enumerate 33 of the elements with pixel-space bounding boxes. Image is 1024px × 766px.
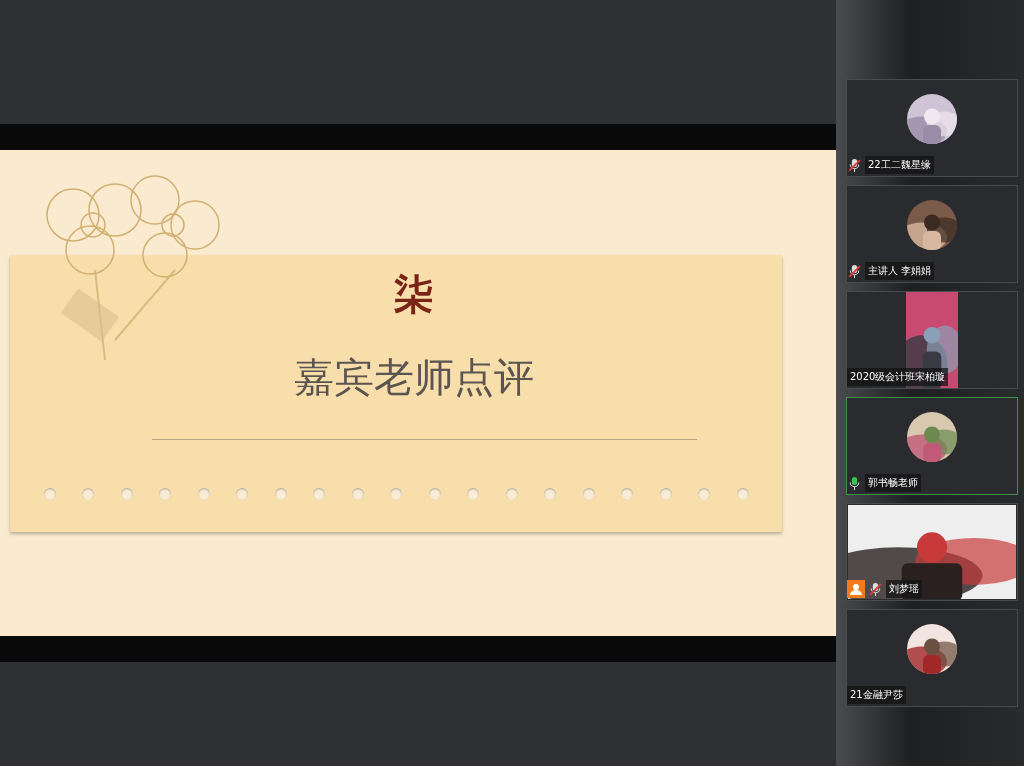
punch-hole [582, 488, 595, 500]
punch-hole [736, 488, 749, 500]
slide-title: 嘉宾老师点评 [294, 353, 534, 402]
punch-hole [621, 488, 633, 500]
participant-tile[interactable]: 22工二魏星缘 [846, 79, 1018, 177]
punch-hole [467, 488, 479, 500]
participant-name: 2020级会计班宋柏璇 [847, 368, 949, 386]
punch-hole [274, 488, 287, 500]
punch-hole [698, 488, 710, 500]
punch-hole [43, 488, 56, 500]
punch-hole [659, 488, 672, 500]
participant-tile[interactable]: 21金融尹莎 [846, 609, 1018, 707]
punch-hole [159, 488, 171, 500]
punch-hole [390, 488, 402, 500]
punch-hole [236, 488, 248, 500]
participant-tile[interactable]: 郭书畅老师 [846, 397, 1018, 495]
participant-tile[interactable]: 主讲人 李娟娟 [846, 185, 1018, 283]
participant-tile[interactable]: 2020级会计班宋柏璇 [846, 291, 1018, 389]
punch-hole [428, 488, 441, 500]
participant-tile[interactable]: 刘梦瑶 [846, 503, 1018, 601]
slide-number: 柒 [394, 269, 434, 319]
punch-hole [313, 488, 325, 500]
participant-name: 22工二魏星缘 [865, 156, 934, 174]
punch-hole [120, 488, 133, 500]
participant-name: 刘梦瑶 [886, 580, 922, 598]
punch-hole [544, 488, 556, 500]
participant-name: 郭书畅老师 [865, 474, 921, 492]
participant-name: 主讲人 李娟娟 [865, 262, 935, 280]
participant-name: 21金融尹莎 [847, 686, 906, 704]
punch-hole [505, 488, 518, 500]
punch-hole [82, 488, 94, 500]
punch-hole [197, 488, 210, 500]
punch-hole [351, 488, 364, 500]
